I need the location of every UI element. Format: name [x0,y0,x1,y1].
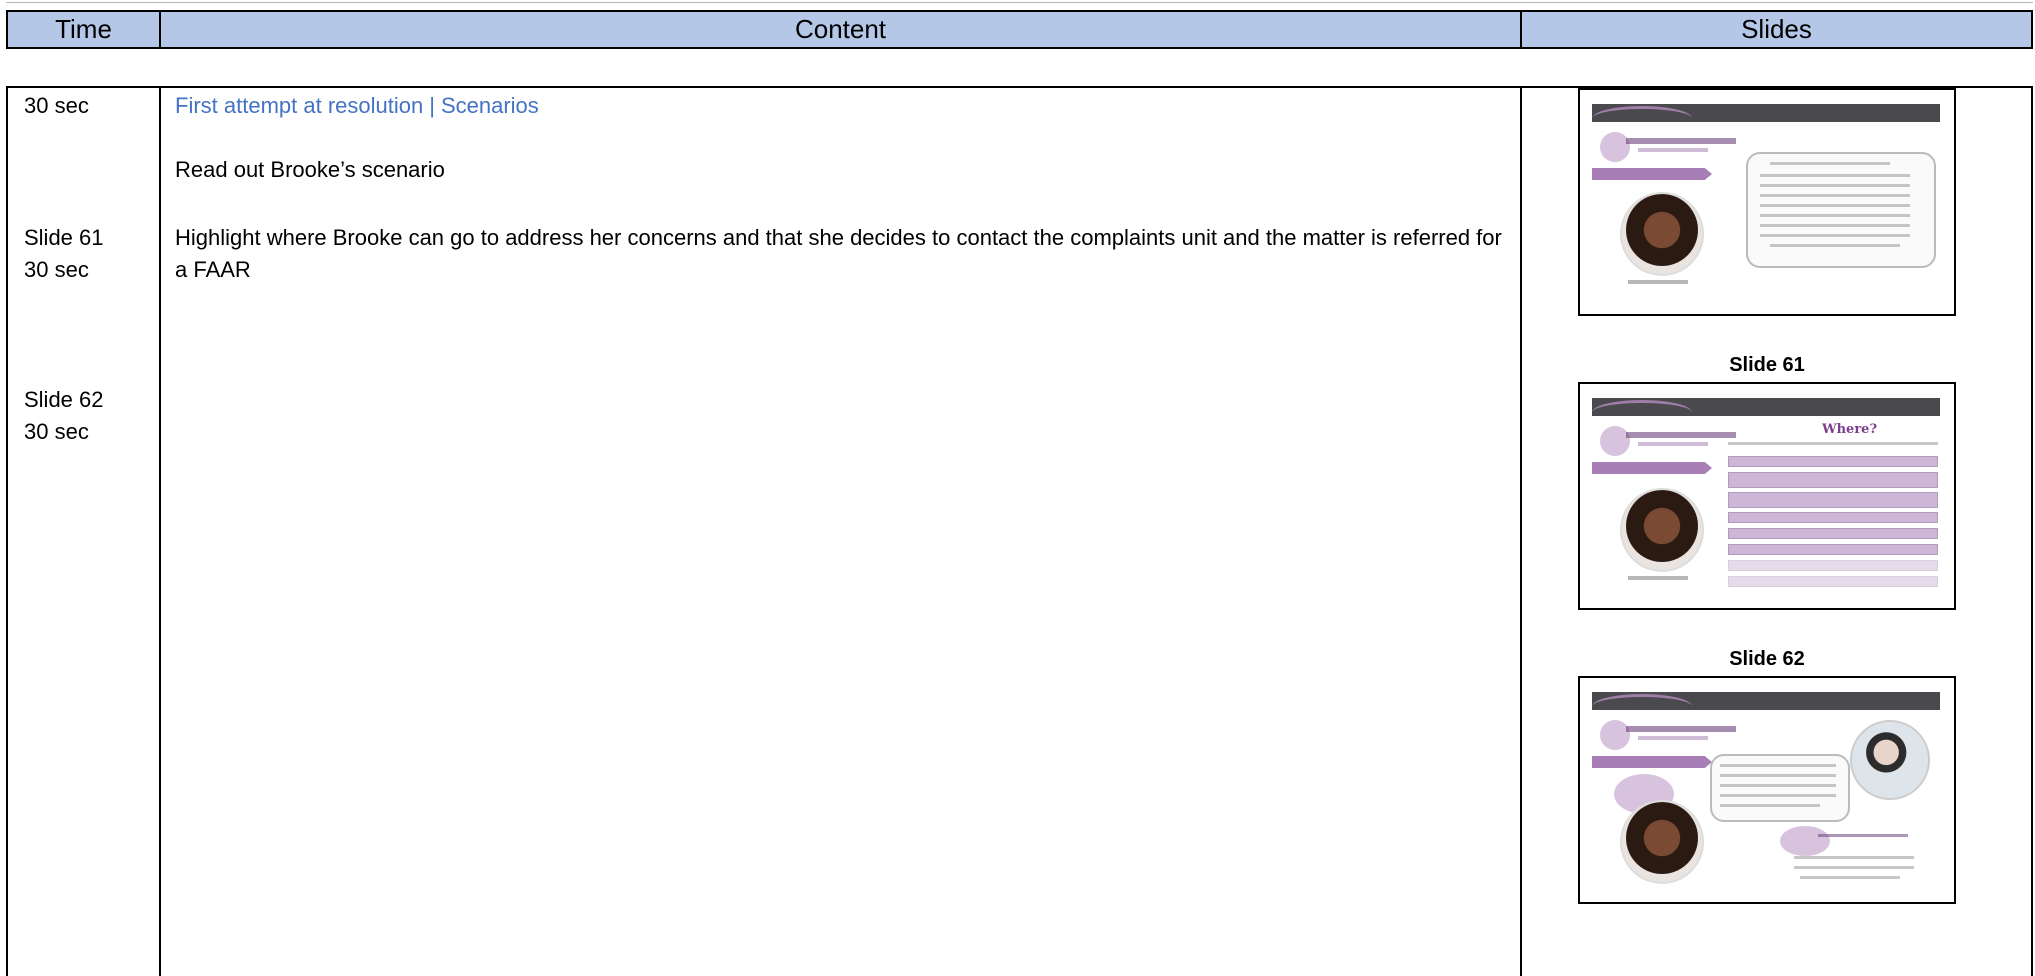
header-time: Time [8,12,161,47]
content-column: First attempt at resolution | Scenarios Re… [161,88,1522,976]
section-heading[interactable]: First attempt at resolution | Scenarios [175,90,1515,122]
time-entry: Slide 62 [24,387,104,412]
text-line [1770,162,1890,165]
list-box [1728,512,1938,523]
title-text-placeholder [1626,726,1736,732]
header-slides: Slides [1741,14,1812,44]
subtitle-text-placeholder [1638,148,1708,152]
speech-bubble [1746,152,1936,268]
list-box [1728,544,1938,555]
list-box [1728,528,1938,539]
time-entry: 30 sec [24,93,89,118]
list-box [1728,560,1938,571]
section-arrow [1592,756,1712,768]
table-header: Time Content Slides [6,10,2033,49]
portrait-caption [1628,576,1688,580]
time-entry: 30 sec [24,257,89,282]
decorative-swirl [1592,400,1692,425]
slide-heading: Where? [1822,422,1878,437]
content-line: Read out Brooke’s scenario [175,157,445,182]
content-line: Highlight where Brooke can go to address… [175,225,1502,282]
text-line [1720,764,1836,767]
list-box [1728,456,1938,467]
header-content: Content [161,12,1522,47]
portrait-image [1620,192,1704,276]
slide-thumbnail [1578,88,1956,316]
top-rule [6,2,2033,3]
text-line [1760,174,1910,177]
slide-label: Slide 61 [1729,354,1805,376]
time-entry: Slide 61 [24,225,104,250]
title-bubble [1600,132,1630,162]
text-line [1720,784,1836,787]
section-arrow [1592,462,1712,474]
text-line [1720,804,1820,807]
section-separator: | [429,93,435,118]
decorative-swirl [1592,694,1692,719]
text-line [1794,866,1914,869]
text-line [1720,794,1836,797]
time-entry: 30 sec [24,419,89,444]
text-line [1760,224,1910,227]
time-column: 30 sec Slide 61 30 sec Slide 62 30 sec [8,88,161,976]
slide-label: Slide 62 [1729,648,1805,670]
section-sub[interactable]: Scenarios [441,93,539,118]
text-line [1794,856,1914,859]
list-box [1728,576,1938,587]
slide-thumbnail [1578,676,1956,904]
text-line [1770,244,1900,247]
subtitle-text-placeholder [1638,442,1708,446]
slides-column: Slide 61 Where? Slide 62 [1522,88,2031,976]
text-line [1728,442,1938,445]
title-text-placeholder [1626,432,1736,438]
section-arrow [1592,168,1712,180]
text-line [1800,876,1900,879]
title-bubble [1600,720,1630,750]
portrait-image [1620,488,1704,572]
list-box [1728,472,1938,488]
text-line [1760,194,1910,197]
title-bubble [1600,426,1630,456]
table-body: 30 sec Slide 61 30 sec Slide 62 30 sec F… [6,86,2033,976]
text-line [1760,214,1910,217]
portrait-caption [1628,280,1688,284]
text-line [1760,204,1910,207]
title-text-placeholder [1626,138,1736,144]
text-line [1818,834,1908,837]
subtitle-text-placeholder [1638,736,1708,740]
slide-thumbnail: Where? [1578,382,1956,610]
portrait-image [1620,800,1704,884]
text-line [1760,184,1910,187]
decorative-blob [1780,826,1830,856]
decorative-swirl [1592,106,1692,131]
list-box [1728,492,1938,508]
officer-photo [1850,720,1930,800]
text-line [1760,234,1910,237]
section-link[interactable]: First attempt at resolution [175,93,423,118]
text-line [1720,774,1836,777]
